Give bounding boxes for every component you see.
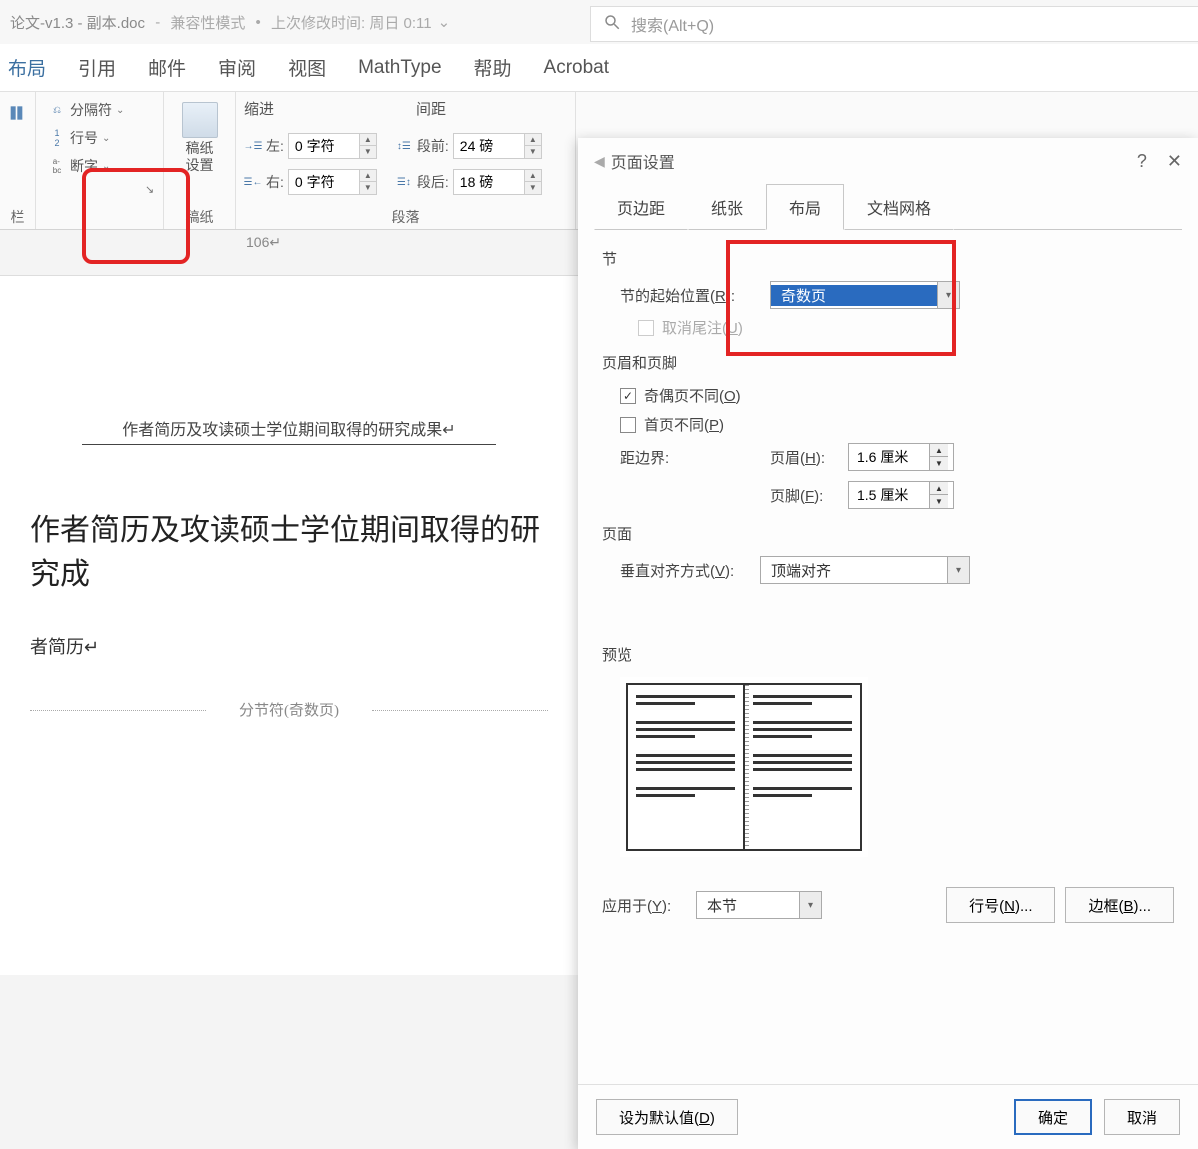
document-title: 作者简历及攻读硕士学位期间取得的研究成 bbox=[30, 505, 548, 593]
space-before-icon: ↕☰ bbox=[395, 138, 413, 154]
dialog-footer: 设为默认值(D) 确定 取消 bbox=[578, 1084, 1198, 1149]
apply-to-select[interactable]: 本节 ▾ bbox=[696, 891, 822, 919]
page-group-header: 页面 bbox=[602, 523, 1174, 544]
space-after-input[interactable]: ☰↕ 段后: ▲▼ bbox=[395, 169, 542, 195]
page-setup-launcher[interactable]: ↘ bbox=[145, 183, 159, 197]
section-break-indicator: 分节符(奇数页) bbox=[30, 699, 548, 720]
dialog-tabs: 页边距 纸张 布局 文档网格 bbox=[578, 184, 1198, 230]
writing-paper-group-label: 稿纸 bbox=[172, 207, 227, 227]
page[interactable]: 作者简历及攻读硕士学位期间取得的研究成果↵ 作者简历及攻读硕士学位期间取得的研究… bbox=[0, 275, 578, 975]
apply-to-label: 应用于(Y): bbox=[602, 895, 696, 916]
search-icon bbox=[603, 13, 621, 36]
space-before-input[interactable]: ↕☰ 段前: ▲▼ bbox=[395, 133, 542, 159]
chevron-down-icon: ⌄ bbox=[116, 105, 124, 116]
breaks-icon: ⎌ bbox=[48, 102, 66, 118]
tab-help[interactable]: 帮助 bbox=[472, 50, 514, 85]
dialog-body: 节 节的起始位置(R): 奇数页 ▾ 取消尾注(U) 页眉和页脚 奇偶页不同(O… bbox=[578, 230, 1198, 1084]
dialog-title: 页面设置 bbox=[611, 149, 675, 173]
footer-distance-label: 页脚(F): bbox=[770, 485, 840, 506]
valign-select[interactable]: 顶端对齐 ▾ bbox=[760, 556, 970, 584]
ok-button[interactable]: 确定 bbox=[1014, 1099, 1092, 1135]
document-body: 者简历↵ bbox=[30, 633, 548, 659]
header-distance-input[interactable]: ▲▼ bbox=[848, 443, 954, 471]
line-numbers-dialog-button[interactable]: 行号(N)... bbox=[946, 887, 1055, 923]
chevron-down-icon: ▾ bbox=[799, 892, 821, 918]
last-modified: 上次修改时间: 周日 0:11 bbox=[271, 12, 432, 33]
header-distance-label: 页眉(H): bbox=[770, 447, 840, 468]
document-area: 106↵ 作者简历及攻读硕士学位期间取得的研究成果↵ 作者简历及攻读硕士学位期间… bbox=[0, 230, 578, 1149]
paragraph-group-label: 段落 bbox=[244, 207, 567, 227]
indent-header: 缩进 bbox=[244, 98, 274, 119]
search-placeholder: 搜索(Alt+Q) bbox=[631, 12, 714, 36]
spacing-header: 间距 bbox=[416, 98, 446, 119]
help-button[interactable]: ? bbox=[1137, 151, 1147, 172]
preview-pane bbox=[620, 677, 868, 857]
tab-mathtype[interactable]: MathType bbox=[356, 53, 443, 83]
set-default-button[interactable]: 设为默认值(D) bbox=[596, 1099, 738, 1135]
tab-acrobat[interactable]: Acrobat bbox=[542, 53, 611, 83]
compat-mode: 兼容性模式 bbox=[170, 12, 245, 33]
section-start-label: 节的起始位置(R): bbox=[620, 285, 770, 306]
dtab-layout[interactable]: 布局 bbox=[766, 184, 844, 230]
document-name: 论文-v1.3 - 副本.doc bbox=[10, 12, 145, 33]
indent-left-icon: →☰ bbox=[244, 138, 262, 154]
hyphenation-button[interactable]: a-bc 断字 ⌄ bbox=[44, 154, 155, 178]
footer-distance-input[interactable]: ▲▼ bbox=[848, 481, 954, 509]
page-setup-dialog: ◀ 页面设置 ? ✕ 页边距 纸张 布局 文档网格 节 节的起始位置(R): 奇… bbox=[578, 138, 1198, 1149]
section-start-select[interactable]: 奇数页 ▾ bbox=[770, 281, 960, 309]
tab-mailings[interactable]: 邮件 bbox=[146, 50, 188, 85]
close-button[interactable]: ✕ bbox=[1167, 151, 1182, 172]
columns-label: 栏 bbox=[8, 207, 27, 227]
tab-review[interactable]: 审阅 bbox=[216, 50, 258, 85]
page-number: 106↵ bbox=[246, 234, 578, 251]
search-input[interactable]: 搜索(Alt+Q) bbox=[590, 6, 1198, 42]
indent-right-input[interactable]: ☰← 右: ▲▼ bbox=[244, 169, 377, 195]
valign-label: 垂直对齐方式(V): bbox=[620, 560, 760, 581]
space-after-icon: ☰↕ bbox=[395, 174, 413, 190]
indent-right-icon: ☰← bbox=[244, 174, 262, 190]
indent-left-input[interactable]: →☰ 左: ▲▼ bbox=[244, 133, 377, 159]
chevron-down-icon: ⌄ bbox=[102, 161, 110, 172]
tab-layout[interactable]: 布局 bbox=[6, 50, 48, 85]
from-edge-label: 距边界: bbox=[620, 447, 770, 468]
chevron-down-icon[interactable]: ⌄ bbox=[438, 13, 451, 31]
ribbon-tabs: 布局 引用 邮件 审阅 视图 MathType 帮助 Acrobat bbox=[0, 44, 1198, 92]
section-group-header: 节 bbox=[602, 248, 1174, 269]
cancel-button[interactable]: 取消 bbox=[1104, 1099, 1180, 1135]
columns-icon[interactable] bbox=[8, 102, 30, 124]
dtab-margins[interactable]: 页边距 bbox=[594, 184, 688, 230]
line-numbers-icon: 12 bbox=[48, 130, 66, 146]
line-numbers-button[interactable]: 12 行号 ⌄ bbox=[44, 126, 155, 150]
chevron-down-icon: ▾ bbox=[937, 282, 959, 308]
dialog-titlebar: ◀ 页面设置 ? ✕ bbox=[578, 138, 1198, 184]
dtab-grid[interactable]: 文档网格 bbox=[844, 184, 954, 230]
preview-header: 预览 bbox=[602, 644, 1174, 665]
hyphenation-icon: a-bc bbox=[48, 158, 66, 174]
tab-references[interactable]: 引用 bbox=[76, 50, 118, 85]
chevron-down-icon: ⌄ bbox=[102, 133, 110, 144]
back-icon[interactable]: ◀ bbox=[594, 153, 605, 170]
headers-footers-header: 页眉和页脚 bbox=[602, 352, 1174, 373]
chevron-down-icon: ▾ bbox=[947, 557, 969, 583]
tab-view[interactable]: 视图 bbox=[286, 50, 328, 85]
odd-even-checkbox[interactable]: 奇偶页不同(O) bbox=[620, 385, 741, 406]
writing-paper-button[interactable]: 稿纸设置 bbox=[172, 98, 227, 178]
suppress-endnotes-checkbox: 取消尾注(U) bbox=[638, 317, 743, 338]
dtab-paper[interactable]: 纸张 bbox=[688, 184, 766, 230]
borders-dialog-button[interactable]: 边框(B)... bbox=[1065, 887, 1174, 923]
first-page-checkbox[interactable]: 首页不同(P) bbox=[620, 414, 724, 435]
breaks-button[interactable]: ⎌ 分隔符 ⌄ bbox=[44, 98, 155, 122]
writing-paper-icon bbox=[182, 102, 218, 138]
page-header: 作者简历及攻读硕士学位期间取得的研究成果↵ bbox=[82, 416, 496, 445]
